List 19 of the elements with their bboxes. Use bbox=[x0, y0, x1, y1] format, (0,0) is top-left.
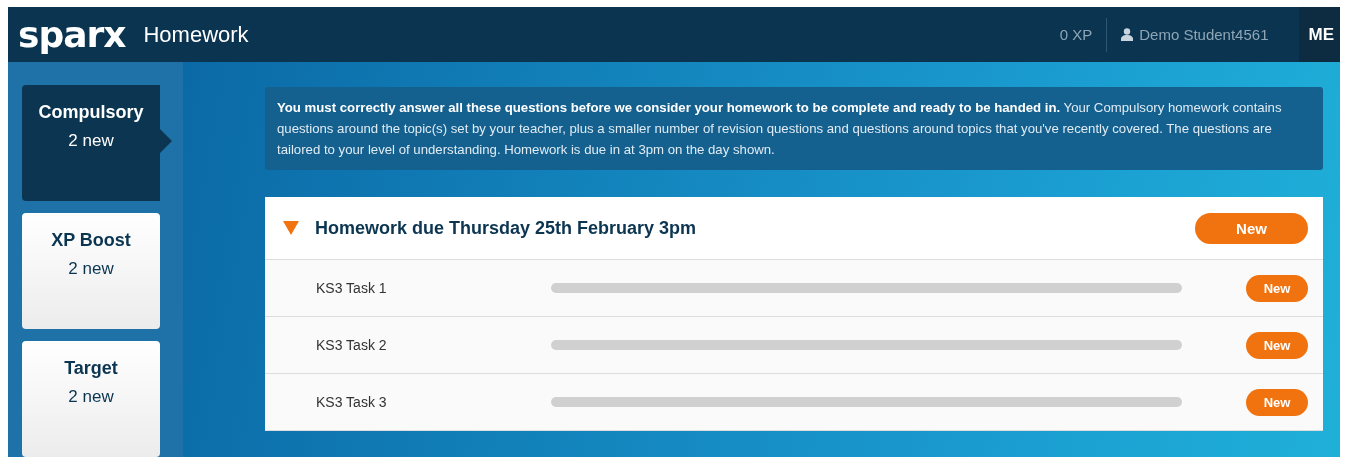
homework-title[interactable]: Homework due Thursday 25th February 3pm bbox=[315, 217, 1195, 239]
xp-count: 0 XP bbox=[1045, 17, 1108, 52]
task-name[interactable]: KS3 Task 1 bbox=[316, 280, 551, 296]
sidebar-tab[interactable]: Target 2 new bbox=[22, 341, 160, 457]
task-name[interactable]: KS3 Task 3 bbox=[316, 394, 551, 410]
triangle-icon[interactable] bbox=[283, 221, 299, 235]
new-badge: New bbox=[1246, 274, 1308, 302]
info-message: You must correctly answer all these questions before we consider your homework to be complete and ready to be handed in. Your Compulsory homework contains questions around the topic(s) set by your teacher, plus a smaller number of revision questions and questions around topics that you've recently covered. The questions are tailored to your level of understanding. Homework is due in at 3pm on the day shown. bbox=[265, 87, 1323, 170]
sparx-logo[interactable]: sparx bbox=[18, 14, 126, 55]
page-title: Homework bbox=[143, 21, 249, 48]
menu-button[interactable]: ME bbox=[1298, 7, 1340, 62]
sidebar-tab[interactable]: Compulsory 2 new bbox=[22, 85, 172, 201]
new-badge: New bbox=[1246, 331, 1308, 359]
sidebar-tab[interactable]: XP Boost 2 new bbox=[22, 213, 160, 329]
new-badge: New bbox=[1195, 212, 1308, 244]
person-icon bbox=[1121, 28, 1134, 41]
new-badge: New bbox=[1246, 388, 1308, 416]
task-name[interactable]: KS3 Task 2 bbox=[316, 337, 551, 353]
user-name[interactable]: Demo Student4561 bbox=[1139, 26, 1269, 43]
